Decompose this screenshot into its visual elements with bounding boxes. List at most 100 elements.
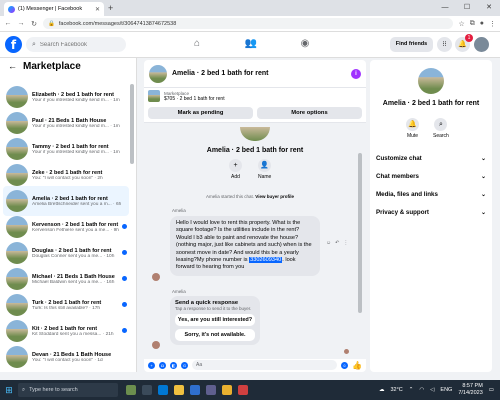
privacy-support-section[interactable]: Privacy & support ⌄ bbox=[376, 209, 486, 216]
close-tab-icon[interactable]: ✕ bbox=[95, 6, 100, 13]
clock-time: 8:57 PM bbox=[462, 383, 483, 390]
chat-preview: Your if you intrested kindly send m... ·… bbox=[32, 123, 120, 129]
chat-text: Elizabeth · 2 bed 1 bath for rent Your if… bbox=[32, 92, 129, 103]
media-files-section[interactable]: Media, files and links ⌄ bbox=[376, 191, 486, 198]
forward-icon[interactable]: → bbox=[17, 20, 25, 27]
more-icon[interactable]: ⋮ bbox=[343, 240, 348, 246]
close-window-icon[interactable]: ✕ bbox=[478, 0, 500, 16]
windows-start-icon[interactable]: ⊞ bbox=[0, 385, 18, 396]
extensions-icon[interactable]: ⧉ bbox=[470, 20, 475, 28]
widget-icon[interactable] bbox=[126, 385, 136, 395]
conversation-avatar[interactable] bbox=[149, 64, 167, 83]
chrome-icon[interactable] bbox=[222, 385, 232, 395]
info-name: Amelia · 2 bed 1 bath for rent bbox=[382, 100, 480, 107]
facebook-search[interactable]: ⌕ bbox=[26, 37, 126, 52]
message-bubble[interactable]: Hello I would love to rent this property… bbox=[170, 216, 320, 276]
profile-icon[interactable]: ● bbox=[480, 20, 484, 28]
more-options-button[interactable]: More options bbox=[257, 107, 362, 119]
add-action[interactable]: + Add bbox=[229, 159, 242, 180]
chat-members-section[interactable]: Chat members ⌄ bbox=[376, 173, 486, 180]
search-icon: ⌕ bbox=[22, 386, 26, 393]
main-nav: ⌂ 👥 ◉ bbox=[190, 38, 312, 49]
chat-info-panel: Amelia · 2 bed 1 bath for rent 🔔 Mute ⌕ … bbox=[370, 60, 492, 372]
back-arrow-icon[interactable]: ← bbox=[8, 61, 17, 71]
app-icon[interactable] bbox=[238, 385, 248, 395]
browser-tab[interactable]: (1) Messenger | Facebook ✕ bbox=[4, 2, 104, 16]
thread-scrollbar[interactable] bbox=[358, 123, 362, 359]
chat-preview: Turk: Is this still available? · 17h bbox=[32, 305, 101, 311]
app-icon[interactable] bbox=[206, 385, 216, 395]
chat-thumbnail bbox=[6, 112, 28, 134]
file-explorer-icon[interactable] bbox=[174, 385, 184, 395]
facebook-logo-icon[interactable]: f bbox=[5, 36, 22, 53]
message-input[interactable]: Aa bbox=[192, 360, 338, 370]
wifi-icon[interactable]: ◠ bbox=[419, 387, 424, 393]
edge-icon[interactable] bbox=[158, 385, 168, 395]
sticker-icon[interactable]: ◧ bbox=[170, 361, 177, 369]
listing-banner[interactable]: Marketplace $705 · 2 bed 1 bath for rent bbox=[144, 88, 366, 104]
thread-scrollbar-thumb[interactable] bbox=[358, 153, 362, 313]
quick-sender-avatar[interactable] bbox=[152, 341, 160, 349]
temperature[interactable]: 32°C bbox=[390, 387, 402, 393]
unread-dot bbox=[122, 224, 127, 229]
account-avatar[interactable] bbox=[474, 37, 489, 52]
tab-title: (1) Messenger | Facebook bbox=[18, 6, 83, 12]
store-icon[interactable] bbox=[190, 385, 200, 395]
conversation-header: Amelia · 2 bed 1 bath for rent i bbox=[144, 60, 366, 88]
quick-reply-yes-button[interactable]: Yes, are you still interested? bbox=[175, 314, 255, 326]
quick-reply-no-button[interactable]: Sorry, it's not available. bbox=[175, 329, 255, 341]
phone-number-highlight[interactable]: 3302609340 bbox=[249, 256, 283, 263]
taskbar-search[interactable]: ⌕ Type here to search bbox=[18, 383, 118, 397]
plus-icon[interactable]: + bbox=[148, 361, 155, 369]
url-field[interactable]: 🔒 facebook.com/messages/t/30647413874672… bbox=[43, 18, 454, 29]
chevron-down-icon: ⌄ bbox=[480, 192, 486, 198]
taskbar: ⊞ ⌕ Type here to search ☁ 32°C ⌃ ◠ ◁ ENG… bbox=[0, 380, 500, 400]
listing-price: $705 · 2 bed 1 bath for rent bbox=[164, 95, 225, 102]
view-buyer-profile-link[interactable]: View buyer profile bbox=[255, 194, 294, 199]
tray-arrow-icon[interactable]: ⌃ bbox=[409, 387, 414, 393]
conversation-title[interactable]: Amelia · 2 bed 1 bath for rent bbox=[172, 70, 346, 77]
search-action[interactable]: ⌕ Search bbox=[433, 118, 449, 139]
maximize-icon[interactable]: ☐ bbox=[456, 0, 478, 16]
search-icon: ⌕ bbox=[434, 118, 448, 131]
notifications-button[interactable]: 🔔 1 bbox=[455, 34, 473, 52]
like-icon[interactable]: 👍 bbox=[352, 361, 362, 370]
notification-center-icon[interactable]: ▭ bbox=[489, 387, 494, 393]
search-input[interactable] bbox=[39, 41, 120, 48]
browser-menu-icon[interactable]: ⋮ bbox=[489, 20, 496, 28]
bookmark-star-icon[interactable]: ☆ bbox=[458, 20, 464, 28]
emoji-icon[interactable]: ☺ bbox=[341, 361, 349, 369]
profile-actions: + Add 👤 Name bbox=[229, 159, 271, 180]
volume-icon[interactable]: ◁ bbox=[430, 387, 434, 393]
reload-icon[interactable]: ↻ bbox=[30, 20, 38, 28]
gif-icon[interactable]: G bbox=[181, 361, 188, 369]
info-icon[interactable]: i bbox=[351, 68, 361, 79]
chat-list-scrollbar[interactable] bbox=[130, 84, 134, 164]
minimize-icon[interactable]: — bbox=[434, 0, 456, 16]
back-icon[interactable]: ← bbox=[4, 20, 12, 27]
chat-preview: You: "I will contact you soon" · 1d bbox=[32, 357, 103, 363]
mark-pending-button[interactable]: Mark as pending bbox=[148, 107, 253, 119]
task-view-icon[interactable] bbox=[142, 385, 152, 395]
new-tab-button[interactable]: + bbox=[108, 3, 113, 13]
language-indicator[interactable]: ENG bbox=[440, 387, 452, 393]
find-friends-button[interactable]: Find friends bbox=[390, 37, 433, 52]
friends-icon[interactable]: 👥 bbox=[244, 38, 258, 49]
customize-chat-section[interactable]: Customize chat ⌄ bbox=[376, 155, 486, 162]
react-icon[interactable]: ☺ bbox=[326, 240, 331, 246]
weather-icon[interactable]: ☁ bbox=[379, 387, 385, 393]
camera-icon[interactable]: ◘ bbox=[159, 361, 166, 369]
reply-icon[interactable]: ↶ bbox=[335, 240, 339, 246]
chat-text: Kit · 2 bed 1 bath for rent Kit Stoddard … bbox=[32, 326, 129, 337]
sender-avatar[interactable] bbox=[152, 273, 160, 281]
groups-icon[interactable]: ◉ bbox=[298, 38, 312, 49]
name-action[interactable]: 👤 Name bbox=[258, 159, 271, 180]
listing-actions: Mark as pending More options bbox=[144, 104, 366, 123]
clock[interactable]: 8:57 PM 7/14/2023 bbox=[458, 383, 482, 396]
menu-grid-button[interactable]: ⁝⁝ bbox=[437, 37, 452, 52]
clock-date: 7/14/2023 bbox=[458, 390, 483, 396]
chat-list-item[interactable]: Devan · 21 Beds 1 Bath House You: "I will… bbox=[3, 342, 129, 372]
home-icon[interactable]: ⌂ bbox=[190, 38, 204, 49]
quick-response-sender: Amelia bbox=[172, 289, 186, 294]
mute-action[interactable]: 🔔 Mute bbox=[406, 118, 419, 139]
